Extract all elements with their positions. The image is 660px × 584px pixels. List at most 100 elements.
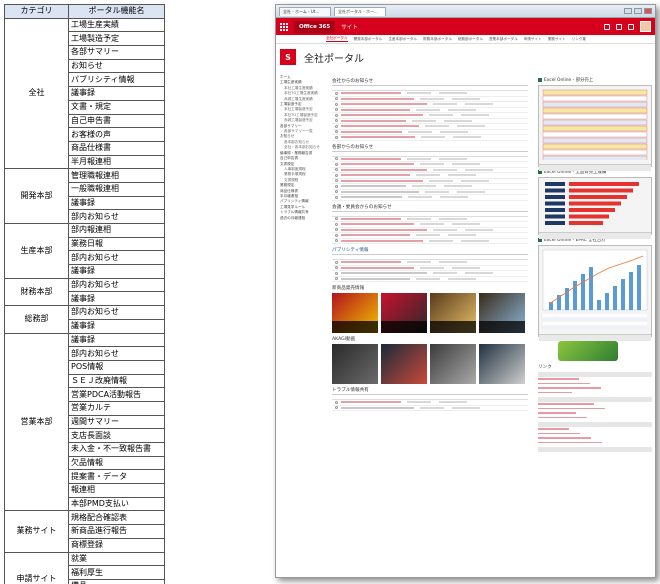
item-author-line — [416, 174, 440, 177]
excel-widget[interactable] — [538, 85, 652, 171]
close-icon[interactable] — [644, 8, 652, 14]
feature-cell: 各部サマリー — [68, 45, 165, 60]
help-icon[interactable] — [628, 23, 634, 30]
item-status-icon — [335, 124, 338, 128]
video-thumbnail[interactable] — [381, 344, 427, 384]
link-item[interactable] — [538, 415, 652, 420]
section-title[interactable]: AKAGI動画 — [332, 336, 528, 342]
feature-cell: 文書・規定 — [68, 99, 165, 115]
list-view — [332, 85, 528, 141]
links-list — [538, 372, 652, 452]
feature-cell: 議事録 — [68, 86, 165, 101]
item-date-line — [448, 108, 476, 111]
product-thumbnail[interactable] — [381, 293, 427, 333]
top-nav-item[interactable]: リンク集 — [572, 37, 586, 42]
item-status-icon — [335, 157, 338, 161]
left-nav-item[interactable]: 過去の月報連相 — [280, 216, 328, 221]
feature-cell: 工場生産実績 — [68, 17, 165, 33]
excel-widget-label: Excel Online - 部分売上 — [544, 78, 594, 83]
excel-widget-footer[interactable] — [539, 232, 651, 239]
excel-widget-graphic — [542, 89, 648, 162]
top-nav-item[interactable]: 申請サイト — [524, 37, 542, 42]
excel-widget-graphic — [542, 249, 648, 329]
link-text-line — [538, 407, 605, 410]
item-title-line — [341, 190, 419, 193]
item-title-line — [341, 125, 419, 128]
item-date-line — [439, 92, 467, 95]
link-item[interactable] — [538, 440, 652, 445]
table-row: 営業本部 議事録 — [4, 332, 165, 512]
excel-widget[interactable] — [538, 245, 652, 341]
excel-widget[interactable] — [538, 177, 652, 239]
minimize-icon[interactable] — [624, 8, 632, 14]
excel-widget-footer[interactable] — [539, 334, 651, 341]
product-thumbnails — [332, 293, 528, 333]
video-thumbnail[interactable] — [430, 344, 476, 384]
top-nav-item[interactable]: 総務部ポータル — [458, 37, 483, 42]
video-thumbnail[interactable] — [479, 344, 525, 384]
browser-tab-active[interactable]: 全社ポータル - ホー... — [334, 6, 386, 16]
section-title[interactable]: 会社からのお知らせ — [332, 78, 528, 84]
avatar[interactable] — [640, 21, 651, 32]
video-thumbnail[interactable] — [332, 344, 378, 384]
section-title[interactable]: 各部からのお知らせ — [332, 144, 528, 150]
item-title-line — [341, 103, 427, 106]
list-item[interactable] — [332, 239, 528, 244]
excel-widget-footer[interactable] — [539, 164, 651, 171]
feature-cell: 備品 — [68, 578, 165, 584]
list-item[interactable] — [332, 406, 528, 411]
table-row: 業務サイト 規格配合確認表 — [4, 510, 165, 553]
item-author-line — [420, 223, 444, 226]
top-nav-item[interactable]: 開発本部ポータル — [354, 37, 383, 42]
excel-widget-title[interactable]: Excel Online - 部分売上 — [538, 77, 652, 83]
top-nav-item[interactable]: 業務サイト — [548, 37, 566, 42]
item-author-line — [420, 163, 444, 166]
item-date-line — [440, 130, 468, 133]
maximize-icon[interactable] — [634, 8, 642, 14]
feature-cell: 部内お知らせ — [68, 209, 165, 224]
app-launcher-icon[interactable] — [280, 22, 288, 31]
feature-cell: 業務日報 — [68, 236, 165, 252]
title-area: S 全社ポータル — [276, 44, 655, 70]
browser-tab[interactable]: 全社 - ホーム - Ut... — [279, 6, 331, 16]
top-nav-item[interactable]: 生産本部ポータル — [388, 37, 417, 42]
top-nav-item[interactable]: 営業本部ポータル — [489, 37, 518, 42]
feature-cell: 工場製造予定 — [68, 31, 165, 47]
portal-feature-table: カテゴリ ポータル機能名 全社 工場生産実績 工場製造予定 各部サマリー お知らせ パブリ… — [4, 4, 165, 584]
links-title: リンク — [538, 365, 552, 370]
link-text-line — [538, 441, 602, 444]
item-author-line — [429, 179, 453, 182]
section-title[interactable]: 新商品発売情報 — [332, 285, 528, 291]
link-text-line — [538, 416, 587, 419]
top-nav-item[interactable]: 全社ポータル — [326, 36, 348, 42]
product-thumbnail[interactable] — [332, 293, 378, 333]
gear-icon[interactable] — [616, 23, 622, 30]
feature-cell: お知らせ — [68, 58, 165, 74]
item-status-icon — [335, 102, 338, 106]
item-date-line — [444, 185, 472, 188]
section-title[interactable]: 会議・委員会からのお知らせ — [332, 204, 528, 210]
item-author-line — [433, 103, 457, 106]
notification-icon[interactable] — [604, 23, 610, 30]
item-title-line — [341, 168, 427, 171]
banner-image[interactable] — [558, 341, 618, 361]
site-label[interactable]: サイト — [341, 23, 358, 31]
list-item[interactable] — [332, 277, 528, 282]
link-item[interactable] — [538, 390, 652, 395]
item-author-line — [416, 234, 440, 237]
item-status-icon — [335, 271, 338, 275]
table-row: 全社 工場生産実績 — [4, 17, 165, 170]
office365-label[interactable]: Office 365 — [294, 20, 336, 33]
section-title[interactable]: パブリシティ情報 — [332, 247, 528, 253]
list-item[interactable] — [332, 195, 528, 201]
top-nav-item[interactable]: 財務本部ポータル — [423, 37, 452, 42]
item-status-icon — [335, 135, 338, 139]
product-thumbnail[interactable] — [430, 293, 476, 333]
list-item[interactable] — [332, 135, 528, 141]
item-title-line — [341, 119, 406, 122]
product-thumbnail[interactable] — [479, 293, 525, 333]
item-date-line — [439, 217, 467, 220]
item-title-line — [341, 196, 402, 199]
feature-cell: 規格配合確認表 — [68, 510, 165, 526]
section-title[interactable]: トラブル情報共有 — [332, 387, 528, 393]
